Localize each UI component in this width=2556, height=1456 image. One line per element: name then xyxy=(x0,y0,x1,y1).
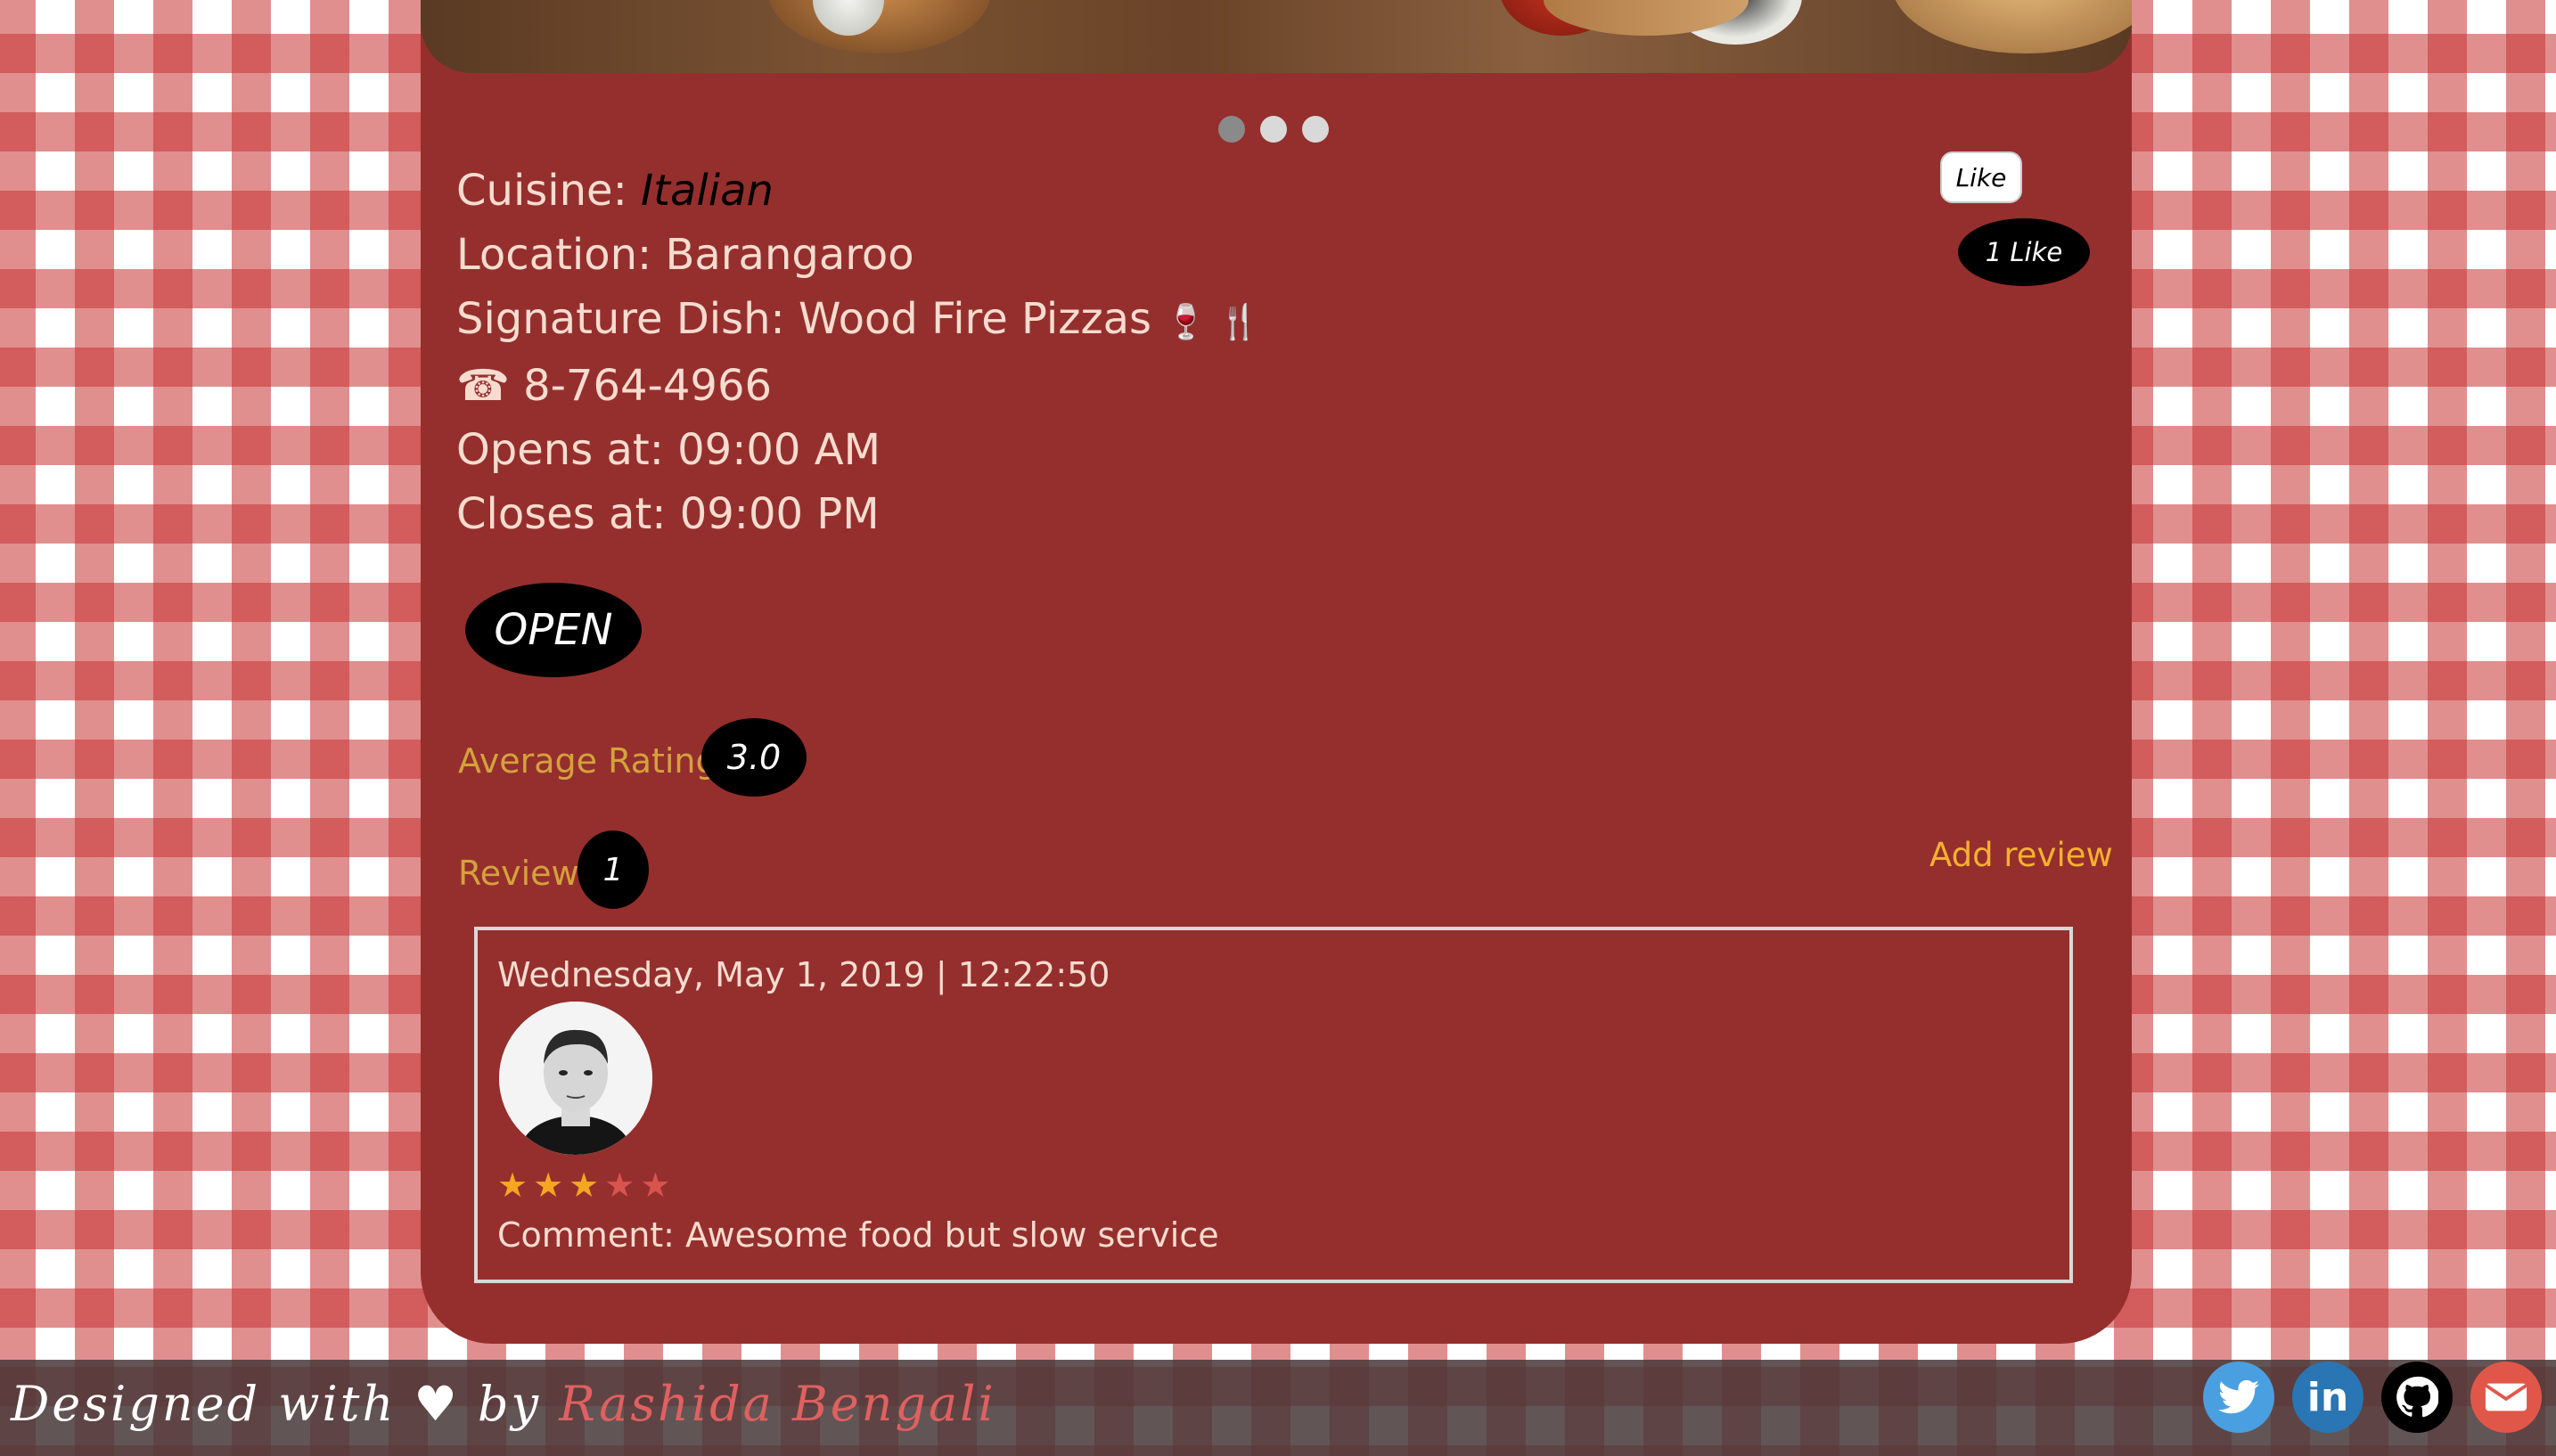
footer-prefix: Designed with ♥ by xyxy=(11,1376,542,1432)
signature-label: Signature Dish: xyxy=(456,294,785,344)
email-icon[interactable] xyxy=(2470,1362,2542,1433)
average-rating-label: Average Rating: xyxy=(458,741,729,781)
cuisine-label: Cuisine: xyxy=(456,166,627,216)
github-icon[interactable] xyxy=(2381,1362,2453,1433)
signature-value: Wood Fire Pizzas xyxy=(798,294,1152,344)
carousel-dot-1[interactable] xyxy=(1218,116,1245,143)
review-date: Wednesday, May 1, 2019 | 12:22:50 xyxy=(497,955,1110,994)
average-rating-badge: 3.0 xyxy=(701,718,807,797)
linkedin-icon[interactable]: in xyxy=(2292,1362,2363,1433)
review-stars: ★ ★ ★ ★ ★ xyxy=(497,1166,670,1205)
like-count-badge: 1 Like xyxy=(1958,218,2090,286)
location-value: Barangaroo xyxy=(665,230,914,280)
review-count-label: Review: xyxy=(458,854,589,893)
restaurant-info: Cuisine: Italian Location: Barangaroo Si… xyxy=(456,159,1260,546)
phone-row: ☎ 8-764-4966 xyxy=(456,354,1260,418)
closes-row: Closes at: 09:00 PM xyxy=(456,482,1260,546)
footer: Designed with ♥ by Rashida Bengali xyxy=(0,1360,2556,1456)
signature-row: Signature Dish: Wood Fire Pizzas 🍷 🍴 xyxy=(456,287,1260,354)
location-row: Location: Barangaroo xyxy=(456,223,1260,287)
reviewer-avatar xyxy=(499,1002,652,1155)
closes-value: 09:00 PM xyxy=(679,489,880,539)
phone-icon: ☎ xyxy=(456,361,510,411)
opens-value: 09:00 AM xyxy=(677,425,881,475)
opens-row: Opens at: 09:00 AM xyxy=(456,418,1260,482)
closes-label: Closes at: xyxy=(456,489,667,539)
cuisine-value: Italian xyxy=(641,166,774,216)
phone-number: 8-764-4966 xyxy=(523,361,773,411)
cuisine-row: Cuisine: Italian xyxy=(456,159,1260,223)
twitter-icon[interactable] xyxy=(2203,1362,2274,1433)
review-comment: Comment: Awesome food but slow service xyxy=(497,1215,1219,1255)
footer-author[interactable]: Rashida Bengali xyxy=(559,1376,996,1432)
opens-label: Opens at: xyxy=(456,425,664,475)
star-icon-2: ★ xyxy=(533,1166,564,1205)
wine-fork-icon: 🍷 🍴 xyxy=(1165,302,1261,341)
footer-credit: Designed with ♥ by Rashida Bengali xyxy=(11,1376,996,1432)
restaurant-hero-image xyxy=(421,0,2132,73)
star-icon-1: ★ xyxy=(497,1166,528,1205)
star-icon-3: ★ xyxy=(569,1166,600,1205)
add-review-link[interactable]: Add review xyxy=(1929,836,2113,874)
carousel-dot-2[interactable] xyxy=(1260,116,1287,143)
review-item: Wednesday, May 1, 2019 | 12:22:50 ★ ★ ★ … xyxy=(474,927,2073,1283)
carousel-dot-3[interactable] xyxy=(1302,116,1329,143)
star-icon-5: ★ xyxy=(640,1166,671,1205)
location-label: Location: xyxy=(456,230,652,280)
restaurant-card: Like 1 Like Cuisine: Italian Location: B… xyxy=(421,0,2132,1344)
review-count-badge: 1 xyxy=(578,830,649,909)
carousel-indicators xyxy=(1218,116,1329,143)
open-status-badge: OPEN xyxy=(465,583,642,677)
like-button[interactable]: Like xyxy=(1940,151,2022,203)
star-icon-4: ★ xyxy=(604,1166,635,1205)
